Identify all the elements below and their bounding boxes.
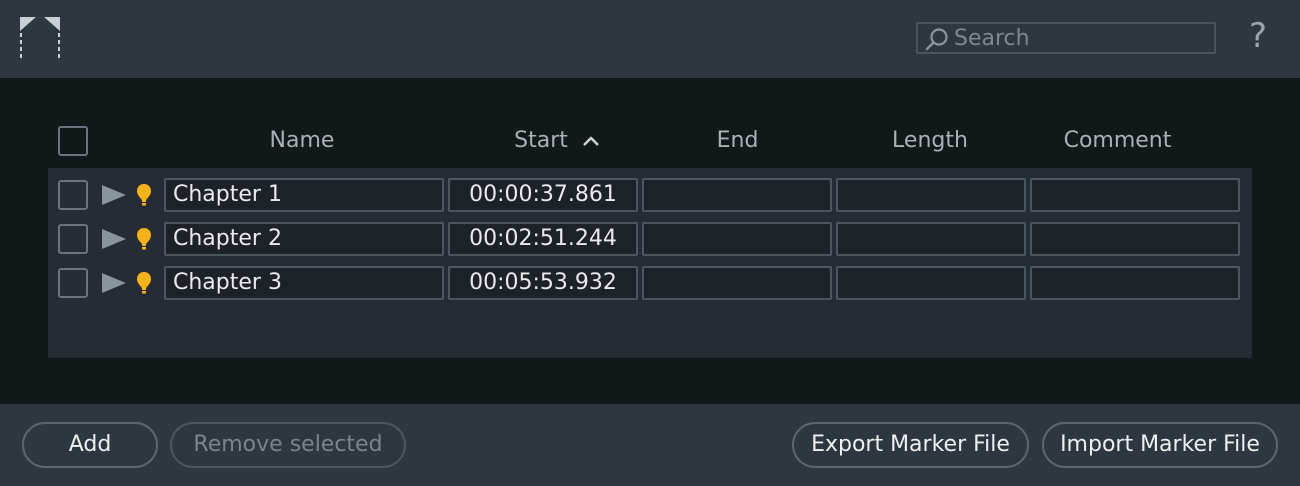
footer-bar: Add Remove selected Export Marker File I… [0,404,1300,486]
marker-row: Chapter 3 00:05:53.932 [48,266,1252,302]
marker-row: Chapter 1 00:00:37.861 [48,178,1252,214]
marker-start-field[interactable]: 00:05:53.932 [448,266,638,300]
marker-end-field[interactable] [642,266,832,300]
row-checkbox[interactable] [58,180,88,210]
marker-name-field[interactable]: Chapter 3 [164,266,444,300]
play-icon[interactable] [100,226,128,252]
marker-length-field[interactable] [836,178,1026,212]
marker-icon [137,228,151,250]
play-icon[interactable] [100,182,128,208]
marker-start-field[interactable]: 00:00:37.861 [448,178,638,212]
column-header-start[interactable]: Start [496,126,586,156]
search-box[interactable] [916,22,1216,54]
play-icon[interactable] [100,270,128,296]
sort-up-icon[interactable] [581,134,601,148]
export-marker-file-button[interactable]: Export Marker File [792,422,1029,468]
column-header-comment[interactable]: Comment [1050,126,1185,156]
marker-end-field[interactable] [642,178,832,212]
top-bar: ? [0,0,1300,78]
column-header-end[interactable]: End [680,126,795,156]
marker-name-field[interactable]: Chapter 1 [164,178,444,212]
row-checkbox[interactable] [58,224,88,254]
marker-name-field[interactable]: Chapter 2 [164,222,444,256]
marker-end-field[interactable] [642,222,832,256]
select-all-checkbox[interactable] [58,126,88,156]
column-header-length[interactable]: Length [870,126,990,156]
help-icon[interactable]: ? [1244,16,1272,56]
marker-comment-field[interactable] [1030,222,1240,256]
marker-list: Chapter 1 00:00:37.861 Chapter 2 00:02:5… [48,168,1252,358]
row-checkbox[interactable] [58,268,88,298]
remove-selected-button[interactable]: Remove selected [170,422,406,468]
logo-icon [20,17,60,59]
marker-comment-field[interactable] [1030,178,1240,212]
marker-row: Chapter 2 00:02:51.244 [48,222,1252,258]
marker-icon [137,184,151,206]
marker-length-field[interactable] [836,266,1026,300]
marker-icon [137,272,151,294]
marker-start-field[interactable]: 00:02:51.244 [448,222,638,256]
add-button[interactable]: Add [22,422,158,468]
search-input[interactable] [954,24,1210,52]
import-marker-file-button[interactable]: Import Marker File [1042,422,1278,468]
column-header-name[interactable]: Name [232,126,372,156]
marker-comment-field[interactable] [1030,266,1240,300]
marker-length-field[interactable] [836,222,1026,256]
search-icon [925,28,948,51]
